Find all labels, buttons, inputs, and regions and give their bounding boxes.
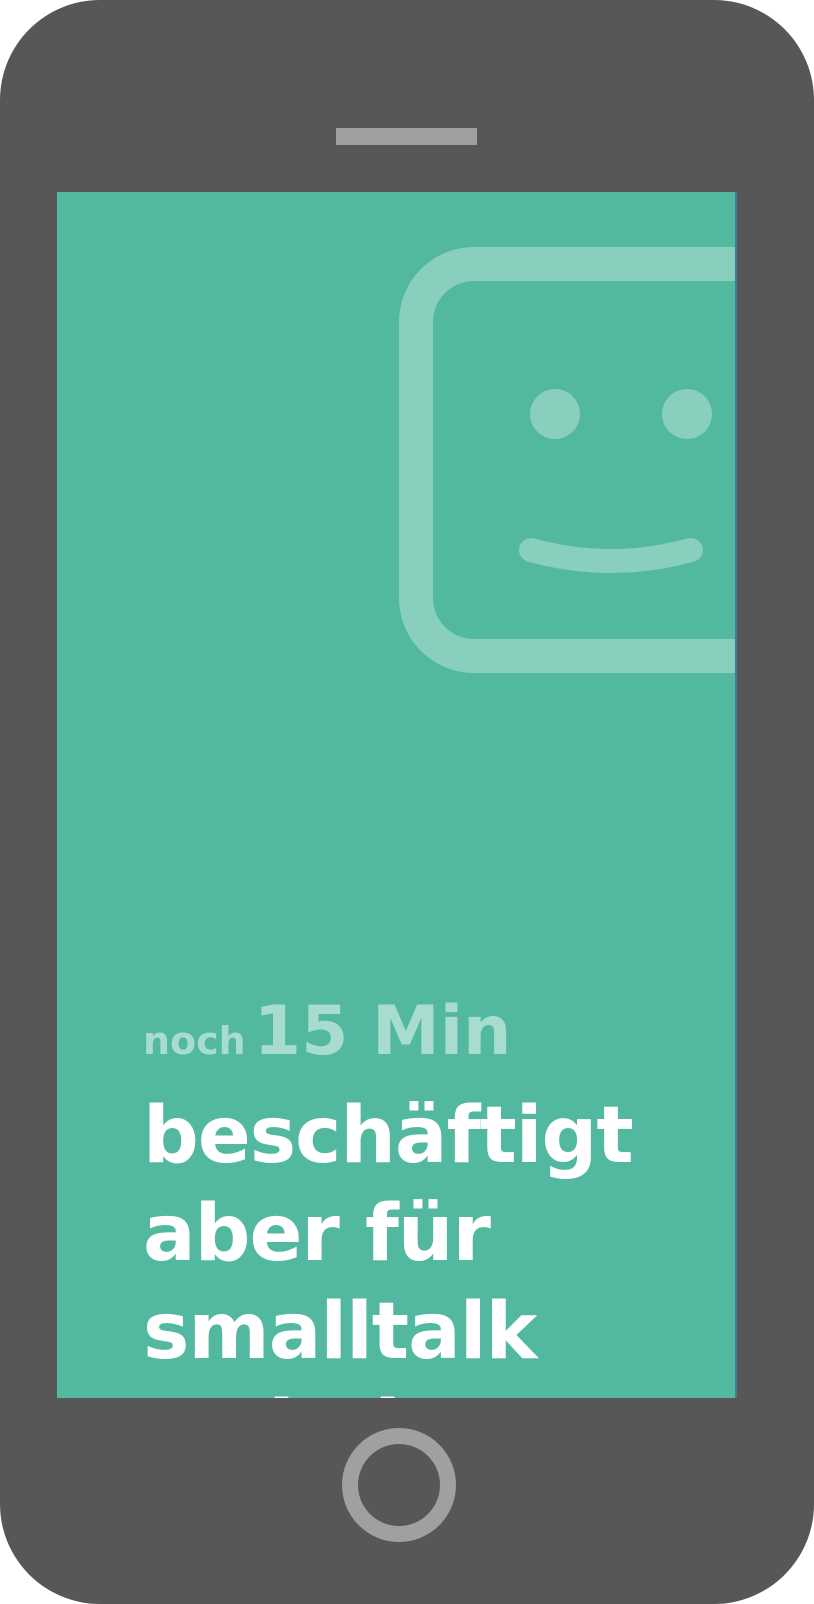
home-button[interactable] (342, 1428, 456, 1542)
smiley-face-icon (399, 247, 737, 673)
phone-frame: noch 15 Min beschäftigt aber für smalltal… (0, 0, 814, 1604)
availability-status: noch 15 Min (143, 992, 511, 1072)
remaining-time: 15 Min (253, 992, 512, 1071)
headline-line-4: zu haben (143, 1381, 723, 1398)
headline-line-3: smalltalk (143, 1287, 537, 1377)
headline-line-1: beschäftigt (143, 1091, 634, 1181)
phone-screen: noch 15 Min beschäftigt aber für smalltal… (57, 192, 737, 1398)
status-prefix: noch (143, 1019, 246, 1063)
speaker-grille (336, 128, 477, 145)
status-message: beschäftigt aber für smalltalk zu haben (143, 1087, 723, 1398)
screen-edge-divider (735, 192, 737, 1398)
headline-line-2: aber für (143, 1189, 491, 1279)
